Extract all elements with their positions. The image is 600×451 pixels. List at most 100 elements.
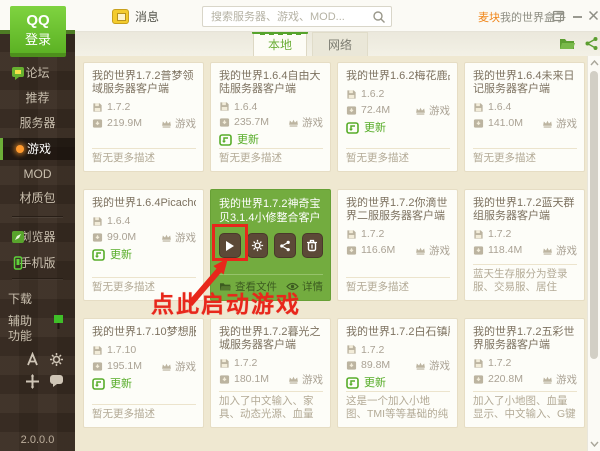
card-version-label: 1.7.2 [488,357,511,369]
crown-icon [161,361,172,372]
scroll-thumb[interactable] [590,71,598,359]
game-tag-button[interactable]: 游戏 [542,372,577,387]
qq-login-button[interactable]: QQ 登录 [10,6,66,57]
browser-compass-icon [11,230,25,244]
search-box [202,6,392,27]
settings-tool-button[interactable] [49,352,65,368]
crown-icon [288,374,299,385]
sidebar-item-mobile[interactable]: 手机版 [0,252,75,274]
featured-card-title: 我的世界1.7.2神奇宝贝3.1.4小修整合客户端 [219,197,323,225]
card-size-row: 116.6M 游戏 [346,242,450,258]
disk-icon [346,229,357,240]
open-folder-button[interactable] [559,36,576,52]
game-tag-button[interactable]: 游戏 [288,372,323,387]
card-version-row: 1.6.4 [473,99,577,115]
sidebar-item-texture-pack[interactable]: 材质包 [0,187,75,209]
server-card[interactable]: 我的世界1.6.4未来日记服务器客户端 1.6.4 141.0M 游戏 [464,62,585,172]
messages-button[interactable]: 消息 [112,8,159,25]
sidebar-item-browser[interactable]: 浏览器 [0,226,75,248]
card-title: 我的世界1.7.2暮光之城服务器客户端 [219,326,323,352]
card-size-row: 141.0M 游戏 [473,115,577,131]
server-card[interactable]: 我的世界1.6.4自由大陆服务器客户端 1.6.4 235.7M 游戏 [210,62,331,172]
sidebar-item-download[interactable]: 下载 [8,292,32,307]
frame-icon [552,9,565,22]
update-icon [219,133,232,146]
scrollbar[interactable] [587,56,600,451]
server-card[interactable]: 我的世界1.7.2白石镇服务器 1.7.2 89.8M 游戏 [337,318,458,428]
update-button[interactable]: 更新 [92,245,196,263]
messages-label: 消息 [135,8,159,25]
drive-icon [473,118,484,129]
torch-icon [16,145,24,153]
delete-button[interactable] [302,233,324,258]
qq-login-line1: QQ [10,12,66,29]
sidebar-item-assist[interactable]: 辅助 功能 [8,314,32,344]
scroll-down-button[interactable] [588,437,600,451]
minimize-button[interactable] [570,8,585,23]
sidebar-item-recommend[interactable]: 推荐 [0,87,75,109]
card-size-label: 235.7M [234,116,269,128]
disk-icon [473,102,484,113]
game-tag-button[interactable]: 游戏 [415,243,450,258]
update-button[interactable]: 更新 [92,374,196,392]
card-description: 加入了中文输入、家具、动态光源、血量显示、小地图等等 [219,392,323,421]
card-size-row: 89.8M 游戏 [346,358,450,374]
server-card[interactable]: 我的世界1.7.2暮光之城服务器客户端 1.7.2 180.1M 游戏 [210,318,331,428]
drive-icon [473,245,484,256]
share-button-toolbar[interactable] [584,36,600,52]
card-size-label: 180.1M [234,373,269,385]
disk-icon [92,102,103,113]
annotation-text: 点此启动游戏 [151,285,301,319]
tab-local[interactable]: 本地 [253,32,307,56]
game-tag-button[interactable]: 游戏 [161,359,196,374]
sidebar-item-game[interactable]: 游戏 [0,138,75,160]
sidebar-item-server[interactable]: 服务器 [0,112,75,134]
version-label: 2.0.0.0 [0,434,75,446]
assist-label-line2: 功能 [8,329,32,344]
settings-button[interactable] [247,233,269,258]
game-tag-button[interactable]: 游戏 [542,116,577,131]
server-card[interactable]: 我的世界1.7.2你滴世界二服服务器客户端 1.7.2 116.6M 游戏 [337,189,458,301]
update-button[interactable]: 更新 [346,373,450,391]
card-title: 我的世界1.7.2普梦领域服务器客户端 [92,70,196,96]
disk-icon [92,345,103,356]
game-tag-button[interactable]: 游戏 [415,358,450,373]
tabbar: 本地 网络 [75,32,600,56]
move-tool-button[interactable] [25,374,41,390]
drive-icon [219,374,230,385]
card-version-row: 1.7.2 [92,99,196,115]
update-button[interactable]: 更新 [346,118,450,136]
tab-network[interactable]: 网络 [312,32,368,56]
card-size-row: 72.4M 游戏 [346,102,450,118]
update-icon [92,377,105,390]
feedback-tool-button[interactable] [49,374,65,390]
content-area: 我的世界1.7.2普梦领域服务器客户端 1.7.2 219.9M 游戏 [75,56,600,451]
scroll-up-button[interactable] [588,56,600,70]
cursor-tool-button[interactable] [25,352,41,368]
server-card[interactable]: 我的世界1.6.2梅花鹿战争服 1.6.2 72.4M 游戏 [337,62,458,172]
share-button[interactable] [274,233,296,258]
server-card[interactable]: 我的世界1.7.2五彩世界服务器客户端 1.7.2 220.8M 游戏 [464,318,585,428]
game-tag-button[interactable]: 游戏 [415,103,450,118]
server-card[interactable]: 我的世界1.7.2蓝天群组服务器客户端 1.7.2 118.4M 游戏 [464,189,585,301]
sidebar-item-forum[interactable]: 论坛 [0,62,75,84]
card-title: 我的世界1.6.4未来日记服务器客户端 [473,70,577,96]
card-description: 暂无更多描述 [346,278,450,294]
card-version-label: 1.6.2 [361,88,384,100]
search-input[interactable] [211,11,372,23]
game-tag-button[interactable]: 游戏 [161,230,196,245]
server-card[interactable]: 我的世界1.7.10梦想服务器客户端 1.7.10 195.1M 游戏 [83,318,204,428]
card-version-row: 1.7.2 [346,226,450,242]
game-tag-button[interactable]: 游戏 [542,243,577,258]
update-button[interactable]: 更新 [219,130,323,148]
close-button[interactable] [586,8,600,23]
drive-icon [92,232,103,243]
game-tag-button[interactable]: 游戏 [288,115,323,130]
share-icon [279,240,291,252]
game-tag-button[interactable]: 游戏 [161,116,196,131]
sidebar-item-mod[interactable]: MOD [0,163,75,185]
chevron-up-icon [590,60,599,66]
server-card[interactable]: 我的世界1.7.2普梦领域服务器客户端 1.7.2 219.9M 游戏 [83,62,204,172]
search-icon[interactable] [372,10,386,24]
skin-button[interactable] [551,8,566,23]
